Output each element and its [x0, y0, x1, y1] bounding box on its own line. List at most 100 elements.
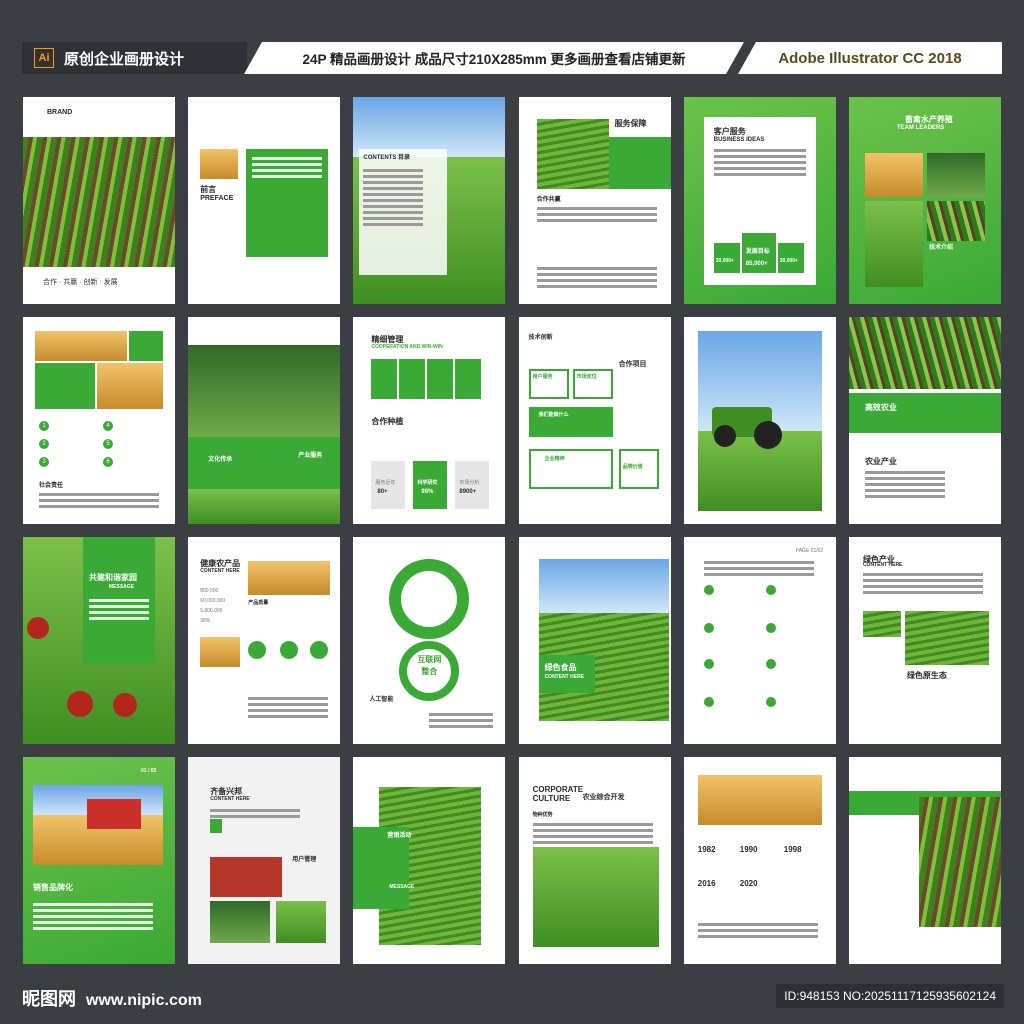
page-cover: BRAND 合作 · 共赢 · 创新 · 发展	[23, 97, 175, 304]
page-corporate-culture: CORPORATE CULTURE 农业综合开发 物种优势	[518, 757, 671, 964]
image-id: ID:948153 NO:20251117125935602124	[776, 984, 1004, 1008]
customer-subtitle: BUSINESS IDEAS	[713, 137, 765, 143]
harmony-title: 共建和谐家园	[89, 573, 137, 582]
preface-subtitle: PREFACE	[200, 195, 234, 202]
healthy-stat-1: 800,000	[200, 588, 219, 594]
marketing-label: 营销活动	[387, 833, 412, 839]
sky-image	[538, 559, 669, 613]
healthy-label: 产品质量	[248, 600, 269, 606]
healthy-title: 健康农产品	[200, 559, 241, 568]
stat-label-2: 科学研究	[417, 480, 438, 486]
page-preface: 前言 PREFACE	[188, 97, 341, 304]
page-innovation: 技术创新 用户服务 市场定位 合作项目 我们能做什么 企业精神 品牌价值	[518, 317, 671, 524]
year-2: 1990	[739, 845, 758, 854]
year-3: 1998	[783, 845, 802, 854]
box-label-2: 市场定位	[576, 374, 597, 380]
harvest-image	[210, 857, 283, 897]
harvest-image	[200, 149, 239, 179]
management-subtitle: COOPERATION AND WIN-WIN	[371, 344, 443, 350]
marketing-sub: MESSAGE	[389, 884, 415, 890]
efficient-label: 高效农业	[864, 403, 897, 412]
year-4: 2016	[697, 879, 716, 888]
tea-hill-image	[904, 611, 989, 665]
page-timeline: 1982 1990 1998 2016 2020	[683, 757, 836, 964]
page-marketing: 营销活动 MESSAGE	[353, 757, 506, 964]
banner-center-text: 24P 精品画册设计 成品尺寸210X285mm 更多画册查看店铺更新	[244, 42, 744, 74]
page-tractor	[683, 317, 836, 524]
box-label-5: 品牌价值	[622, 464, 643, 470]
box-label-1: 用户服务	[532, 374, 553, 380]
healthy-stat-2: 60,000,000	[200, 598, 226, 604]
brochure-pages-grid: BRAND 合作 · 共赢 · 创新 · 发展 前言 PREFACE CONTE…	[23, 97, 1001, 967]
innovation-title: 技术创新	[528, 335, 553, 341]
management-title-2: 合作种植	[371, 417, 404, 426]
team-subtitle: TEAM LEADERS	[896, 125, 945, 131]
top-banner: Ai 原创企业画册设计 24P 精品画册设计 成品尺寸210X285mm 更多画…	[22, 42, 1002, 74]
internet-center-2: 整合	[421, 667, 438, 676]
page-harmony: 共建和谐家园 MESSAGE	[23, 537, 175, 744]
healthy-stat-3: 5,800,000	[200, 608, 223, 614]
crop-image	[848, 317, 1001, 389]
page-service: 服务保障 合作共赢	[518, 97, 671, 304]
contents-title: CONTENTS 目录	[363, 155, 411, 161]
page-number: 01 / 02	[141, 768, 157, 774]
box-label-3: 我们能做什么	[538, 412, 569, 418]
cover-slogan: 合作 · 共赢 · 创新 · 发展	[43, 279, 118, 286]
culture-title-3: 农业综合开发	[582, 794, 625, 801]
harvester-shape	[87, 799, 141, 829]
page-team-leaders: 畜禽水产养殖 TEAM LEADERS 技术介绍	[848, 97, 1001, 304]
prosperity-title: 齐备兴邦	[210, 787, 243, 796]
stat-1: 30,000+	[715, 258, 734, 264]
page-green-industry: 绿色产业 CONTENT HERE 绿色原生态	[848, 537, 1001, 744]
page-internet: 互联网 整合 人工智能	[353, 537, 506, 744]
year-1: 1982	[697, 845, 716, 854]
preface-title: 前言	[200, 185, 217, 194]
banner-left: Ai 原创企业画册设计	[22, 42, 247, 74]
page-number: PAGE 01/02	[795, 548, 824, 554]
innovation-title-2: 合作项目	[618, 361, 647, 368]
stat-value-3: 8900+	[459, 489, 477, 495]
grain-bowl-image	[697, 775, 822, 825]
page-brand-sales: 01 / 02 销售品牌化	[23, 757, 175, 964]
page-back-cover	[848, 757, 1001, 964]
healthy-stat-4: 98%	[200, 618, 211, 624]
banner-software-text: Adobe Illustrator CC 2018	[738, 42, 1002, 74]
field-image	[918, 797, 1001, 927]
internet-label: 人工智能	[369, 697, 394, 703]
sky-image	[353, 97, 506, 157]
customer-title: 客户服务	[713, 127, 746, 136]
page-green-food: 绿色食品 CONTENT HERE	[518, 537, 671, 744]
logo-cn: 昵图网	[22, 989, 76, 1010]
grains-image	[35, 331, 127, 361]
team-title: 畜禽水产养殖	[904, 115, 953, 124]
page-contents: CONTENTS 目录	[353, 97, 506, 304]
logo-url: www.nipic.com	[86, 992, 202, 1009]
stat-label-1: 服务近年	[375, 480, 396, 486]
culture-label-2: 产业服务	[298, 453, 323, 459]
grains-tag: 社会责任	[39, 483, 64, 489]
page-list: PAGE 01/02	[683, 537, 836, 744]
stat-value-2: 98%	[421, 489, 434, 495]
year-5: 2020	[739, 879, 758, 888]
green-food-title: 绿色食品	[544, 663, 577, 672]
rice-image	[532, 847, 659, 947]
stat-label-3: 市场分析	[459, 480, 480, 486]
tea-field-image	[536, 119, 609, 189]
internet-center-1: 互联网	[417, 655, 442, 664]
brand-sales-title: 销售品牌化	[33, 883, 73, 892]
service-title: 服务保障	[614, 119, 647, 128]
site-logo: 昵图网 www.nipic.com	[22, 985, 202, 1011]
stat-value-1: 80+	[377, 489, 388, 495]
harmony-sub: MESSAGE	[109, 584, 135, 590]
management-title: 精细管理	[371, 335, 404, 344]
wheat-field-image	[248, 561, 331, 595]
page-management: 精细管理 COOPERATION AND WIN-WIN 合作种植 服务近年 8…	[353, 317, 506, 524]
industry-subtitle: CONTENT HERE	[862, 562, 903, 568]
box-label-4: 企业精神	[544, 456, 565, 462]
page-grains: 1 4 2 5 3 6 社会责任	[23, 317, 175, 524]
prosperity-subtitle: CONTENT HERE	[210, 796, 250, 802]
page-efficient-agriculture: 高效农业 农业产业	[848, 317, 1001, 524]
stat-mid-label: 发展目标	[745, 249, 770, 255]
page-prosperity: 齐备兴邦 CONTENT HERE 用户管理	[188, 757, 341, 964]
page-healthy-products: 健康农产品 CONTENT HERE 800,000 60,000,000 5,…	[188, 537, 341, 744]
